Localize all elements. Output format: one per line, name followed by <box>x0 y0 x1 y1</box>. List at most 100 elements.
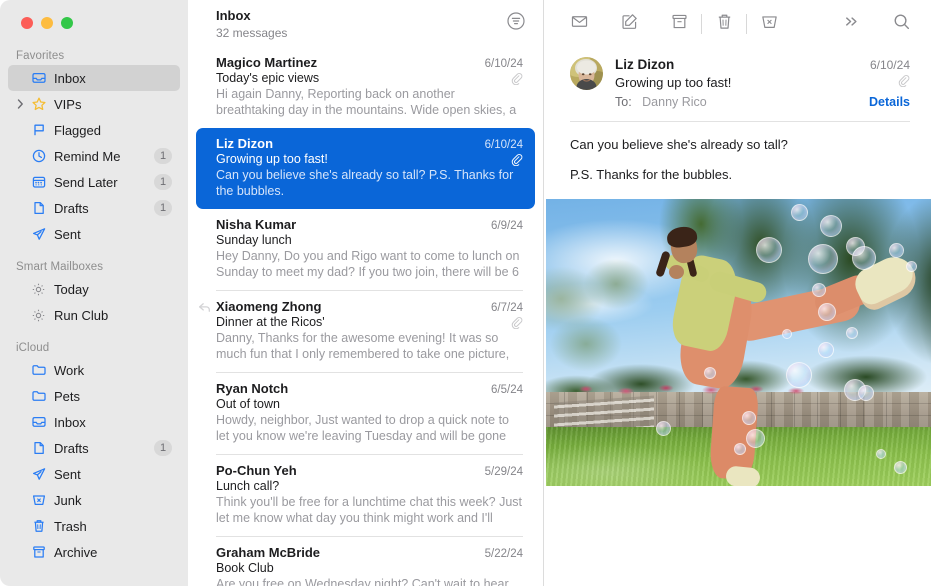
toolbar-divider <box>746 14 747 34</box>
photo-girl-hand <box>669 265 684 279</box>
photo-bubble <box>791 204 808 221</box>
document-icon <box>30 440 47 457</box>
message-row[interactable]: Ryan Notch 6/5/24 Out of town Howdy, nei… <box>196 373 535 454</box>
sidebar-item-label: Sent <box>54 467 180 482</box>
message-subject: Lunch call? <box>216 479 279 493</box>
message-row[interactable]: Po-Chun Yeh 5/29/24 Lunch call? Think yo… <box>196 455 535 536</box>
message-sender: Nisha Kumar <box>216 217 296 232</box>
sidebar-item-icloud-inbox[interactable]: Inbox <box>8 409 180 435</box>
sidebar-item-label: Pets <box>54 389 180 404</box>
sidebar-item-vips[interactable]: VIPs <box>8 91 180 117</box>
sidebar-item-today[interactable]: Today <box>8 276 180 302</box>
message-date: 6/5/24 <box>491 384 523 396</box>
mark-unread-button[interactable] <box>562 10 596 38</box>
recipient-label: To: <box>615 95 632 109</box>
search-icon <box>892 12 911 36</box>
toolbar-divider <box>701 14 702 34</box>
gear-icon <box>30 281 47 298</box>
sidebar-item-drafts[interactable]: Drafts 1 <box>8 195 180 221</box>
sidebar-item-badge: 1 <box>154 174 172 190</box>
attachment-icon <box>897 74 910 87</box>
archive-icon <box>30 544 47 561</box>
message-subject: Book Club <box>216 561 274 575</box>
inbox-icon <box>30 70 47 87</box>
photo-bubble <box>852 246 876 270</box>
photo-bubble <box>756 237 782 263</box>
sidebar-item-icloud-drafts[interactable]: Drafts 1 <box>8 435 180 461</box>
message-preview: Are you free on Wednesday night? Can't w… <box>216 576 523 586</box>
search-button[interactable] <box>884 10 918 38</box>
message-preview: Think you'll be free for a lunchtime cha… <box>216 494 523 526</box>
body-paragraph: P.S. Thanks for the bubbles. <box>570 165 906 185</box>
close-button[interactable] <box>21 17 33 29</box>
message-sender: Liz Dizon <box>615 57 674 72</box>
sidebar-item-badge: 1 <box>154 200 172 216</box>
message-row[interactable]: Nisha Kumar 6/9/24 Sunday lunch Hey Dann… <box>196 209 535 290</box>
message-subject: Growing up too fast! <box>615 75 731 90</box>
sidebar-item-label: Inbox <box>54 71 180 86</box>
sidebar-item-flagged[interactable]: Flagged <box>8 117 180 143</box>
sidebar-item-label: Today <box>54 282 180 297</box>
photo-bubble <box>742 411 756 425</box>
message-date: 6/10/24 <box>485 58 523 70</box>
replied-icon <box>198 301 211 314</box>
message-date: 5/22/24 <box>485 548 523 560</box>
star-icon <box>30 96 47 113</box>
attachment-photo[interactable] <box>546 199 931 486</box>
sidebar-item-pets[interactable]: Pets <box>8 383 180 409</box>
sidebar-group-favorites: Favorites Inbox <box>0 50 188 247</box>
details-link[interactable]: Details <box>869 95 910 109</box>
message-row[interactable]: Graham McBride 5/22/24 Book Club Are you… <box>196 537 535 586</box>
photo-bubble <box>858 385 874 401</box>
zoom-button[interactable] <box>61 17 73 29</box>
message-rows: Magico Martinez 6/10/24 Today's epic vie… <box>188 47 543 586</box>
message-list-header: Inbox 32 messages <box>188 0 543 47</box>
sidebar-item-work[interactable]: Work <box>8 357 180 383</box>
flag-icon <box>30 122 47 139</box>
sidebar-item-badge: 1 <box>154 148 172 164</box>
chevron-right-icon[interactable] <box>15 99 25 109</box>
junk-button[interactable] <box>752 10 786 38</box>
sidebar-item-inbox[interactable]: Inbox <box>8 65 180 91</box>
message-row[interactable]: Xiaomeng Zhong 6/7/24 Dinner at the Rico… <box>196 291 535 372</box>
message-sender: Graham McBride <box>216 545 320 560</box>
sidebar-item-icloud-sent[interactable]: Sent <box>8 461 180 487</box>
photo-bubble <box>846 327 858 339</box>
minimize-button[interactable] <box>41 17 53 29</box>
inbox-icon <box>30 414 47 431</box>
sidebar-section-title: Smart Mailboxes <box>0 261 188 276</box>
photo-bubble <box>812 283 826 297</box>
sidebar-section-title: iCloud <box>0 342 188 357</box>
photo-bubble <box>820 215 842 237</box>
photo-bubble <box>889 243 904 258</box>
message-date: 6/9/24 <box>491 220 523 232</box>
sidebar-item-run-club[interactable]: Run Club <box>8 302 180 328</box>
attachment-icon <box>510 316 523 329</box>
photo-bubble <box>818 303 836 321</box>
archive-button[interactable] <box>662 10 696 38</box>
message-sender: Ryan Notch <box>216 381 288 396</box>
trash-icon <box>30 518 47 535</box>
sidebar-item-label: Sent <box>54 227 180 242</box>
sidebar-item-sent[interactable]: Sent <box>8 221 180 247</box>
compose-icon <box>620 12 639 36</box>
sidebar-item-send-later[interactable]: Send Later 1 <box>8 169 180 195</box>
message-row[interactable]: Magico Martinez 6/10/24 Today's epic vie… <box>196 47 535 128</box>
trash-icon <box>715 12 734 36</box>
delete-button[interactable] <box>707 10 741 38</box>
message-preview: Can you believe she's already so tall? P… <box>216 167 523 199</box>
compose-button[interactable] <box>612 10 646 38</box>
sidebar-item-archive[interactable]: Archive <box>8 539 180 565</box>
message-row[interactable]: Liz Dizon 6/10/24 Growing up too fast! C… <box>196 128 535 209</box>
sidebar-item-remind-me[interactable]: Remind Me 1 <box>8 143 180 169</box>
sidebar-item-label: Remind Me <box>54 149 154 164</box>
sidebar-item-trash[interactable]: Trash <box>8 513 180 539</box>
sidebar-item-junk[interactable]: Junk <box>8 487 180 513</box>
photo-bubble <box>786 362 812 388</box>
clock-icon <box>30 148 47 165</box>
sidebar-item-label: Archive <box>54 545 180 560</box>
message-date: 5/29/24 <box>485 466 523 478</box>
filter-button[interactable] <box>503 10 529 36</box>
more-button[interactable] <box>834 10 868 38</box>
avatar <box>570 57 603 90</box>
